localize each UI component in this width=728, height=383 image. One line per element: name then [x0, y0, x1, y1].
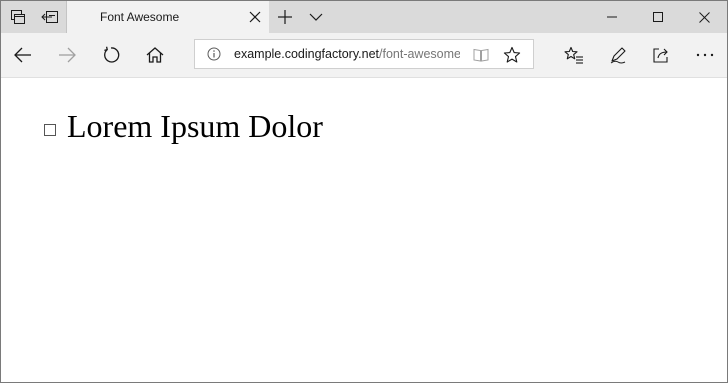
square-icon: [44, 124, 56, 136]
share-icon: [652, 46, 670, 64]
browser-window: Font Awesome example.codingfactory.net/f…: [0, 0, 728, 383]
close-window-icon: [698, 11, 710, 23]
refresh-button[interactable]: [89, 33, 133, 77]
tab-preview-icon: [10, 9, 26, 25]
forward-button[interactable]: [45, 33, 89, 77]
more-button[interactable]: [683, 33, 727, 77]
pen-icon: [609, 46, 627, 64]
close-window-button[interactable]: [681, 1, 727, 33]
new-tab-button[interactable]: [269, 1, 301, 33]
url-text[interactable]: example.codingfactory.net/font-awesome: [234, 47, 460, 61]
web-notes-button[interactable]: [596, 33, 640, 77]
info-icon[interactable]: [207, 47, 221, 61]
favorites-list-button[interactable]: [552, 33, 596, 77]
url-host: example.codingfactory.net: [234, 47, 379, 61]
minimize-icon: [607, 12, 617, 22]
tab-title: Font Awesome: [100, 10, 180, 24]
back-button[interactable]: [1, 33, 45, 77]
reading-view-icon[interactable]: [473, 47, 489, 63]
minimize-button[interactable]: [589, 1, 635, 33]
url-path: /font-awesome: [379, 47, 460, 61]
forward-arrow-icon: [58, 47, 76, 63]
favorite-star-icon[interactable]: [503, 46, 521, 64]
tab-list-chevron-icon: [309, 12, 323, 22]
page-heading: Lorem Ipsum Dolor: [67, 108, 323, 144]
active-tab[interactable]: Font Awesome: [66, 1, 269, 33]
maximize-button[interactable]: [635, 1, 681, 33]
new-tab-icon: [278, 10, 292, 24]
page-content: Lorem Ipsum Dolor: [1, 78, 727, 382]
refresh-icon: [102, 46, 120, 64]
navigation-bar: example.codingfactory.net/font-awesome: [1, 33, 727, 78]
home-button[interactable]: [133, 33, 177, 77]
address-bar[interactable]: example.codingfactory.net/font-awesome: [194, 39, 534, 69]
tab-bar: Font Awesome: [1, 1, 727, 33]
tab-preview-button[interactable]: [2, 1, 34, 33]
back-arrow-icon: [14, 47, 32, 63]
favorites-list-icon: [564, 46, 584, 64]
home-icon: [146, 46, 164, 64]
set-tabs-aside-icon: [41, 9, 59, 25]
share-button[interactable]: [639, 33, 683, 77]
tab-list-button[interactable]: [300, 1, 332, 33]
more-icon: [696, 53, 714, 57]
maximize-icon: [653, 12, 663, 22]
set-tabs-aside-button[interactable]: [34, 1, 66, 33]
close-tab-icon[interactable]: [247, 9, 263, 25]
